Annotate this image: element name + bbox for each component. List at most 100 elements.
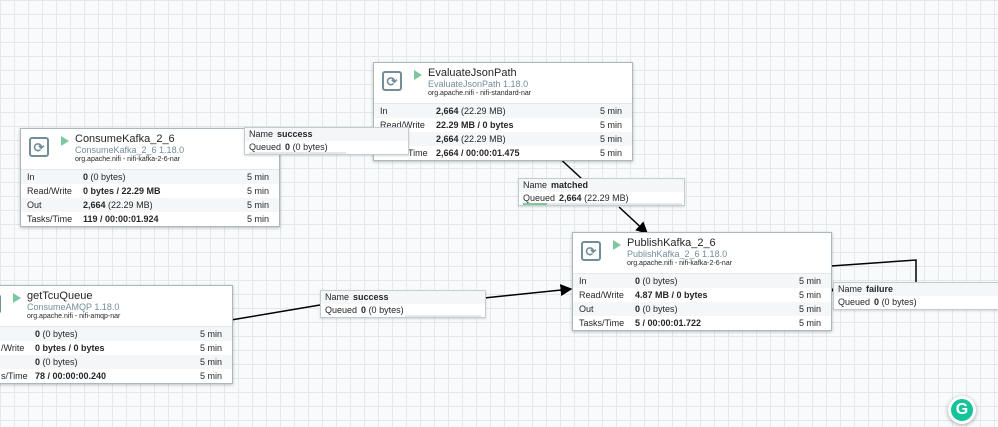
processor-stats: 0 (0 bytes) 5 min /Write 0 bytes / 0 byt… <box>0 327 232 383</box>
stat-value: 0 bytes / 0 bytes <box>35 343 105 353</box>
stat-window: 5 min <box>199 357 222 367</box>
connection-queued-size: (0 bytes) <box>881 297 917 307</box>
connection-label-tcu-success[interactable]: Name success Queued 0 (0 bytes) <box>320 290 486 318</box>
processor-stats: In 0 (0 bytes) 5 min Read/Write 4.87 MB … <box>573 274 831 330</box>
processor-name: getTcuQueue <box>27 290 93 302</box>
stat-sub: (0 bytes) <box>642 276 678 286</box>
processor-bundle: org.apache.nifi - nifi-standard-nar <box>428 90 532 97</box>
stat-value: 0 <box>35 329 41 339</box>
connection-queued-row: Queued 0 (0 bytes) <box>245 141 408 154</box>
connection-name: matched <box>551 180 589 190</box>
connection-name-row: Name failure <box>834 283 998 296</box>
stat-row-tasks-time: s/Time 78 / 00:00:00.240 5 min <box>0 369 232 383</box>
stat-value: 0 <box>635 304 641 314</box>
connection-queued-label: Queued <box>249 142 282 152</box>
stat-value: 2,664 <box>83 200 106 210</box>
stat-value: 2,664 / 00:00:01.475 <box>436 148 520 158</box>
connection-queued-count: 0 <box>361 305 367 315</box>
running-icon <box>13 293 21 303</box>
stat-row-in: In 0 (0 bytes) 5 min <box>573 274 831 288</box>
stat-window: 5 min <box>246 186 269 196</box>
processor-consume-kafka[interactable]: ⟳ ConsumeKafka_2_6 ConsumeKafka_2_6 1.18… <box>20 128 280 227</box>
stat-window: 5 min <box>599 148 622 158</box>
queue-fill <box>523 203 547 205</box>
processor-name: EvaluateJsonPath <box>428 67 517 79</box>
stat-sub: (22.29 MB) <box>461 106 506 116</box>
stat-sub: (0 bytes) <box>42 329 78 339</box>
stat-value: 2,664 <box>436 134 459 144</box>
stat-row-out: 2,664 (22.29 MB) 5 min <box>374 132 632 146</box>
connection-name-label: Name <box>838 284 863 294</box>
stat-value: 2,664 <box>436 106 459 116</box>
grammarly-icon[interactable]: G <box>948 396 976 424</box>
connection-label-consume-success[interactable]: Name success Queued 0 (0 bytes) <box>244 127 409 155</box>
processor-header: ⟳ ConsumeKafka_2_6 ConsumeKafka_2_6 1.18… <box>21 129 279 170</box>
connection-queued-row: Queued 0 (0 bytes) <box>321 304 485 317</box>
connection-line-label-to-publish <box>483 284 573 299</box>
stat-label: Time <box>408 148 428 158</box>
stat-row-tasks-time: Tasks/Time 119 / 00:00:01.924 5 min <box>21 212 279 226</box>
stat-row-tasks-time: Tasks/Time 5 / 00:00:01.722 5 min <box>573 316 831 330</box>
stat-label: Tasks/Time <box>27 214 73 224</box>
flow-canvas[interactable]: ⟳ ConsumeKafka_2_6 ConsumeKafka_2_6 1.18… <box>0 0 998 427</box>
connection-queued-count: 0 <box>874 297 880 307</box>
queue-bar <box>405 315 481 317</box>
connection-queued-label: Queued <box>838 297 871 307</box>
connection-queued-label: Queued <box>325 305 358 315</box>
stat-label: Tasks/Time <box>579 318 625 328</box>
connection-name-row: Name matched <box>519 179 684 192</box>
stat-sub: (22.29 MB) <box>108 200 153 210</box>
stat-row-read-write: Read/Write 0 bytes / 22.29 MB 5 min <box>21 184 279 198</box>
stat-window: 5 min <box>599 120 622 130</box>
connection-label-evaluate-matched[interactable]: Name matched Queued 2,664 (22.29 MB) <box>518 178 685 206</box>
stat-window: 5 min <box>798 276 821 286</box>
queue-bar <box>249 152 346 154</box>
connection-name-row: Name success <box>245 128 408 141</box>
stat-label: s/Time <box>1 371 28 381</box>
stat-value: 119 / 00:00:01.924 <box>83 214 159 224</box>
processor-header: ⟳ getTcuQueue ConsumeAMQP 1.18.0 org.apa… <box>0 286 232 327</box>
stat-label: In <box>27 172 35 182</box>
stat-row-read-write: /Write 0 bytes / 0 bytes 5 min <box>0 341 232 355</box>
processor-stats: In 2,664 (22.29 MB) 5 min Read/Write 22.… <box>374 104 632 160</box>
stat-sub: (0 bytes) <box>42 357 78 367</box>
connection-line-matched-to-publish <box>618 206 649 235</box>
processor-header: ⟳ PublishKafka_2_6 PublishKafka_2_6 1.18… <box>573 233 831 274</box>
processor-publish-kafka[interactable]: ⟳ PublishKafka_2_6 PublishKafka_2_6 1.18… <box>572 232 832 331</box>
connection-queued-label: Queued <box>523 193 556 203</box>
processor-type: ConsumeKafka_2_6 1.18.0 <box>75 145 185 155</box>
processor-bundle: org.apache.nifi - nifi-amqp-nar <box>27 313 121 320</box>
processor-icon: ⟳ <box>581 241 601 261</box>
connection-name: success <box>277 129 313 139</box>
stat-value: 5 / 00:00:01.722 <box>635 318 702 328</box>
processor-name: ConsumeKafka_2_6 <box>75 133 175 145</box>
stat-window: 5 min <box>798 290 821 300</box>
connection-name: failure <box>866 284 894 294</box>
stat-sub: (22.29 MB) <box>461 134 506 144</box>
stat-window: 5 min <box>246 200 269 210</box>
processor-name: PublishKafka_2_6 <box>627 237 716 249</box>
processor-get-tcu-queue[interactable]: ⟳ getTcuQueue ConsumeAMQP 1.18.0 org.apa… <box>0 285 233 384</box>
stat-window: 5 min <box>798 318 821 328</box>
stat-label: Read/Write <box>579 290 624 300</box>
stat-row-out: Out 2,664 (22.29 MB) 5 min <box>21 198 279 212</box>
stat-window: 5 min <box>599 106 622 116</box>
processor-header: ⟳ EvaluateJsonPath EvaluateJsonPath 1.18… <box>374 63 632 104</box>
stat-window: 5 min <box>246 172 269 182</box>
stat-window: 5 min <box>199 343 222 353</box>
stat-window: 5 min <box>246 214 269 224</box>
stat-value: 4.87 MB / 0 bytes <box>635 290 708 300</box>
connection-queued-row: Queued 2,664 (22.29 MB) <box>519 192 684 205</box>
stat-row-in: In 0 (0 bytes) 5 min <box>21 170 279 184</box>
connection-label-publish-failure[interactable]: Name failure Queued 0 (0 bytes) <box>833 282 998 310</box>
processor-evaluate-json-path[interactable]: ⟳ EvaluateJsonPath EvaluateJsonPath 1.18… <box>373 62 633 161</box>
stat-label: Out <box>579 304 594 314</box>
stat-row-out: 0 (0 bytes) 5 min <box>0 355 232 369</box>
stat-window: 5 min <box>798 304 821 314</box>
stat-sub: (0 bytes) <box>642 304 678 314</box>
processor-stats: In 0 (0 bytes) 5 min Read/Write 0 bytes … <box>21 170 279 226</box>
stat-value: 78 / 00:00:00.240 <box>35 371 107 381</box>
stat-value: 22.29 MB / 0 bytes <box>436 120 514 130</box>
processor-type: EvaluateJsonPath 1.18.0 <box>428 79 529 89</box>
stat-label: Read/Write <box>27 186 72 196</box>
